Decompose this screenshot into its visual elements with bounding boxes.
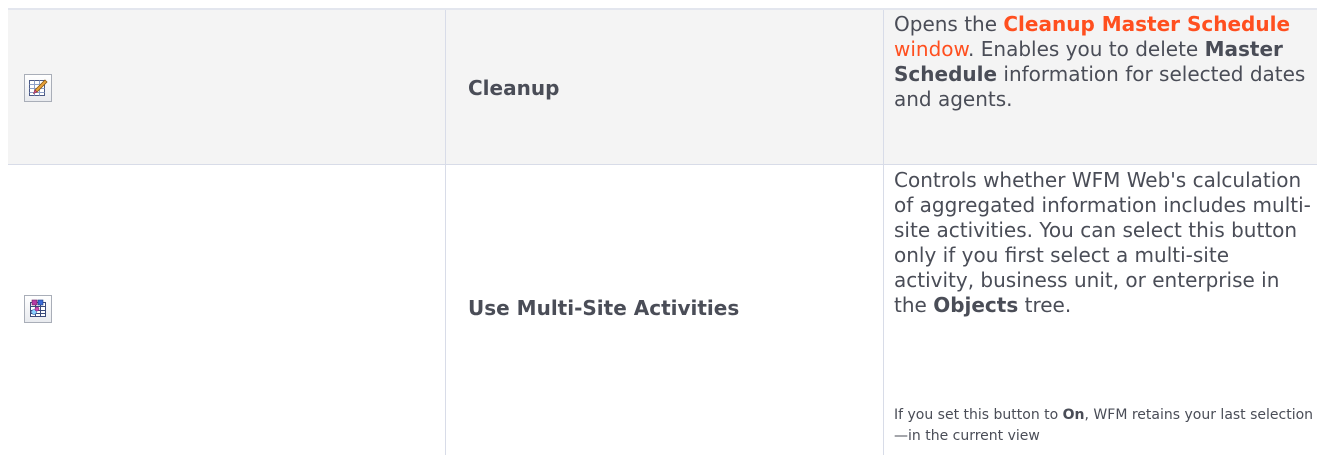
link-bold-text: Cleanup Master Schedule: [1003, 12, 1291, 36]
description-text: . Enables you to delete: [968, 37, 1205, 61]
button-note: If you set this button to On, WFM retain…: [894, 405, 1314, 447]
note-text: If you set this button to: [894, 407, 1063, 423]
multi-site-activities-icon-graphic: [30, 299, 46, 317]
description-text: Opens the: [894, 12, 1004, 36]
table-row: Cleanup Opens the Cleanup Master Schedul…: [8, 10, 1317, 165]
table-row: Use Multi-Site Activities Controls wheth…: [8, 165, 1317, 455]
description-text: tree.: [1018, 293, 1072, 317]
button-description: Opens the Cleanup Master Schedule window…: [894, 12, 1314, 112]
link-tail-text: window: [894, 37, 969, 61]
note-bold-text: On: [1062, 407, 1085, 423]
description-bold-text: Objects: [933, 293, 1019, 317]
column-divider: [883, 10, 884, 164]
column-divider: [445, 10, 446, 164]
button-description: Controls whether WFM Web's calculation o…: [894, 168, 1314, 318]
button-name: Use Multi-Site Activities: [468, 296, 740, 320]
column-divider: [445, 165, 446, 455]
cleanup-icon-graphic: [29, 79, 48, 96]
multi-site-activities-icon[interactable]: [24, 295, 52, 323]
column-divider: [883, 165, 884, 455]
toolbar-buttons-table: Cleanup Opens the Cleanup Master Schedul…: [8, 8, 1317, 455]
button-name: Cleanup: [468, 76, 560, 100]
cleanup-icon[interactable]: [24, 74, 52, 102]
